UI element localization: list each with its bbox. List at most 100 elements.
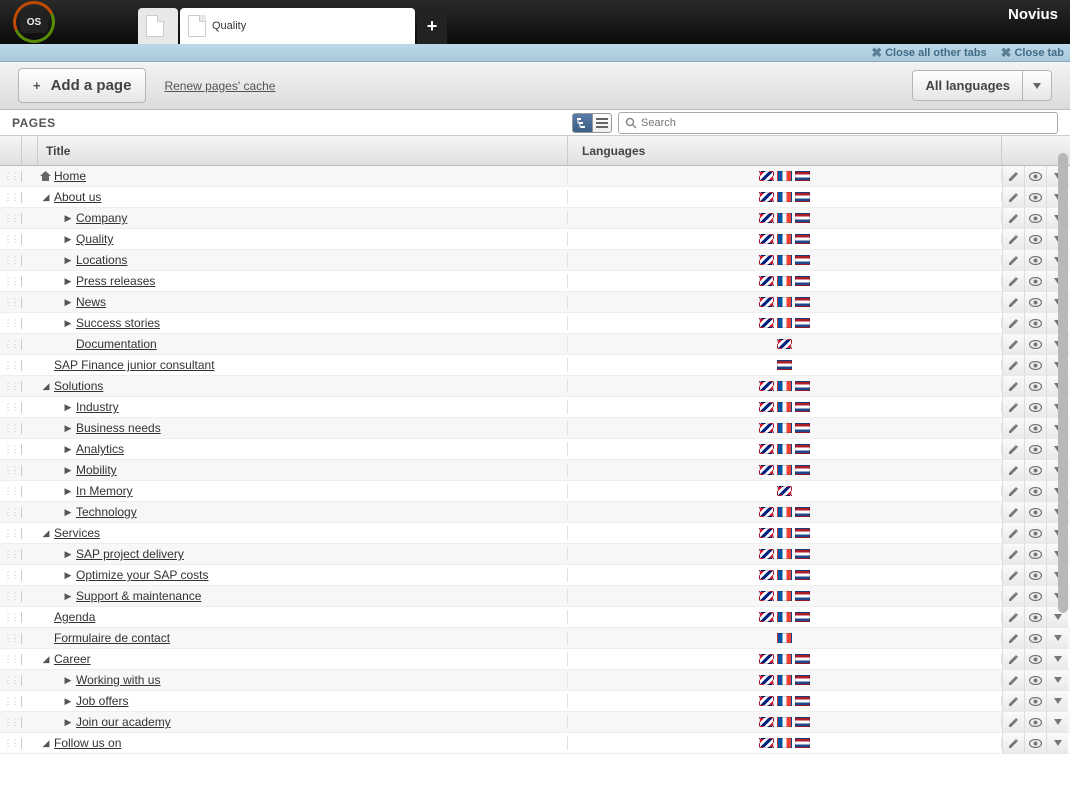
page-link[interactable]: News — [76, 295, 106, 309]
drag-handle[interactable]: ⋮⋮ — [0, 360, 22, 371]
flag-nl-icon[interactable] — [795, 276, 810, 286]
drag-handle[interactable]: ⋮⋮ — [0, 255, 22, 266]
expand-icon[interactable]: ▶ — [62, 255, 74, 266]
visibility-button[interactable] — [1024, 250, 1046, 271]
scrollbar-thumb[interactable] — [1058, 153, 1068, 613]
flag-nl-icon[interactable] — [795, 171, 810, 181]
edit-button[interactable] — [1002, 481, 1024, 502]
more-button[interactable] — [1046, 649, 1068, 670]
expand-icon[interactable]: ▶ — [62, 318, 74, 329]
flag-gb-icon[interactable] — [759, 402, 774, 412]
flag-fr-icon[interactable] — [777, 276, 792, 286]
visibility-button[interactable] — [1024, 271, 1046, 292]
flag-gb-icon[interactable] — [777, 486, 792, 496]
flag-gb-icon[interactable] — [759, 276, 774, 286]
page-link[interactable]: Quality — [76, 232, 113, 246]
page-link[interactable]: Working with us — [76, 673, 160, 687]
edit-button[interactable] — [1002, 292, 1024, 313]
page-link[interactable]: Company — [76, 211, 127, 225]
edit-button[interactable] — [1002, 397, 1024, 418]
more-button[interactable] — [1046, 691, 1068, 712]
expand-icon[interactable]: ▶ — [62, 234, 74, 245]
visibility-button[interactable] — [1024, 313, 1046, 334]
flag-nl-icon[interactable] — [795, 318, 810, 328]
flag-fr-icon[interactable] — [777, 465, 792, 475]
tree-view-button[interactable] — [572, 113, 592, 133]
page-link[interactable]: Home — [54, 169, 86, 183]
edit-button[interactable] — [1002, 523, 1024, 544]
flag-fr-icon[interactable] — [777, 591, 792, 601]
flag-gb-icon[interactable] — [759, 465, 774, 475]
expand-icon[interactable]: ▶ — [62, 570, 74, 581]
renew-cache-link[interactable]: Renew pages' cache — [164, 79, 275, 93]
edit-button[interactable] — [1002, 229, 1024, 250]
page-link[interactable]: Documentation — [76, 337, 157, 351]
flag-fr-icon[interactable] — [777, 717, 792, 727]
flag-gb-icon[interactable] — [759, 570, 774, 580]
flag-fr-icon[interactable] — [777, 381, 792, 391]
flag-fr-icon[interactable] — [777, 297, 792, 307]
flag-fr-icon[interactable] — [777, 234, 792, 244]
visibility-button[interactable] — [1024, 502, 1046, 523]
visibility-button[interactable] — [1024, 439, 1046, 460]
flag-fr-icon[interactable] — [777, 444, 792, 454]
drag-handle[interactable]: ⋮⋮ — [0, 675, 22, 686]
page-link[interactable]: Press releases — [76, 274, 155, 288]
flag-nl-icon[interactable] — [795, 717, 810, 727]
drag-handle[interactable]: ⋮⋮ — [0, 192, 22, 203]
drag-handle[interactable]: ⋮⋮ — [0, 486, 22, 497]
language-selector[interactable]: All languages — [912, 70, 1052, 101]
flag-nl-icon[interactable] — [795, 465, 810, 475]
visibility-button[interactable] — [1024, 418, 1046, 439]
flag-nl-icon[interactable] — [795, 234, 810, 244]
flag-gb-icon[interactable] — [759, 654, 774, 664]
edit-button[interactable] — [1002, 376, 1024, 397]
visibility-button[interactable] — [1024, 208, 1046, 229]
drag-handle[interactable]: ⋮⋮ — [0, 297, 22, 308]
page-link[interactable]: Optimize your SAP costs — [76, 568, 209, 582]
tab-quality[interactable]: Quality — [180, 8, 415, 44]
drag-handle[interactable]: ⋮⋮ — [0, 234, 22, 245]
visibility-button[interactable] — [1024, 733, 1046, 754]
drag-handle[interactable]: ⋮⋮ — [0, 696, 22, 707]
flag-nl-icon[interactable] — [795, 696, 810, 706]
flag-nl-icon[interactable] — [795, 570, 810, 580]
drag-handle[interactable]: ⋮⋮ — [0, 381, 22, 392]
flag-fr-icon[interactable] — [777, 675, 792, 685]
add-page-button[interactable]: + Add a page — [18, 68, 146, 103]
drag-handle[interactable]: ⋮⋮ — [0, 276, 22, 287]
expand-icon[interactable]: ▶ — [62, 696, 74, 707]
page-link[interactable]: Analytics — [76, 442, 124, 456]
visibility-button[interactable] — [1024, 376, 1046, 397]
expand-icon[interactable]: ▶ — [62, 276, 74, 287]
page-link[interactable]: Services — [54, 526, 100, 540]
drag-handle[interactable]: ⋮⋮ — [0, 528, 22, 539]
collapse-icon[interactable]: ◢ — [40, 654, 52, 665]
page-link[interactable]: Job offers — [76, 694, 128, 708]
flag-fr-icon[interactable] — [777, 423, 792, 433]
expand-icon[interactable]: ▶ — [62, 486, 74, 497]
os-logo[interactable]: OS — [10, 3, 58, 41]
visibility-button[interactable] — [1024, 481, 1046, 502]
page-link[interactable]: SAP project delivery — [76, 547, 184, 561]
visibility-button[interactable] — [1024, 544, 1046, 565]
more-button[interactable] — [1046, 670, 1068, 691]
flag-gb-icon[interactable] — [759, 507, 774, 517]
collapse-icon[interactable]: ◢ — [40, 528, 52, 539]
page-link[interactable]: In Memory — [76, 484, 133, 498]
scrollbar[interactable] — [1058, 153, 1068, 613]
page-link[interactable]: Locations — [76, 253, 127, 267]
edit-button[interactable] — [1002, 187, 1024, 208]
flag-gb-icon[interactable] — [759, 675, 774, 685]
visibility-button[interactable] — [1024, 565, 1046, 586]
visibility-button[interactable] — [1024, 586, 1046, 607]
edit-button[interactable] — [1002, 250, 1024, 271]
edit-button[interactable] — [1002, 565, 1024, 586]
flag-fr-icon[interactable] — [777, 654, 792, 664]
edit-button[interactable] — [1002, 313, 1024, 334]
flag-nl-icon[interactable] — [795, 297, 810, 307]
page-link[interactable]: Agenda — [54, 610, 95, 624]
drag-handle[interactable]: ⋮⋮ — [0, 318, 22, 329]
drag-handle[interactable]: ⋮⋮ — [0, 444, 22, 455]
flag-fr-icon[interactable] — [777, 507, 792, 517]
